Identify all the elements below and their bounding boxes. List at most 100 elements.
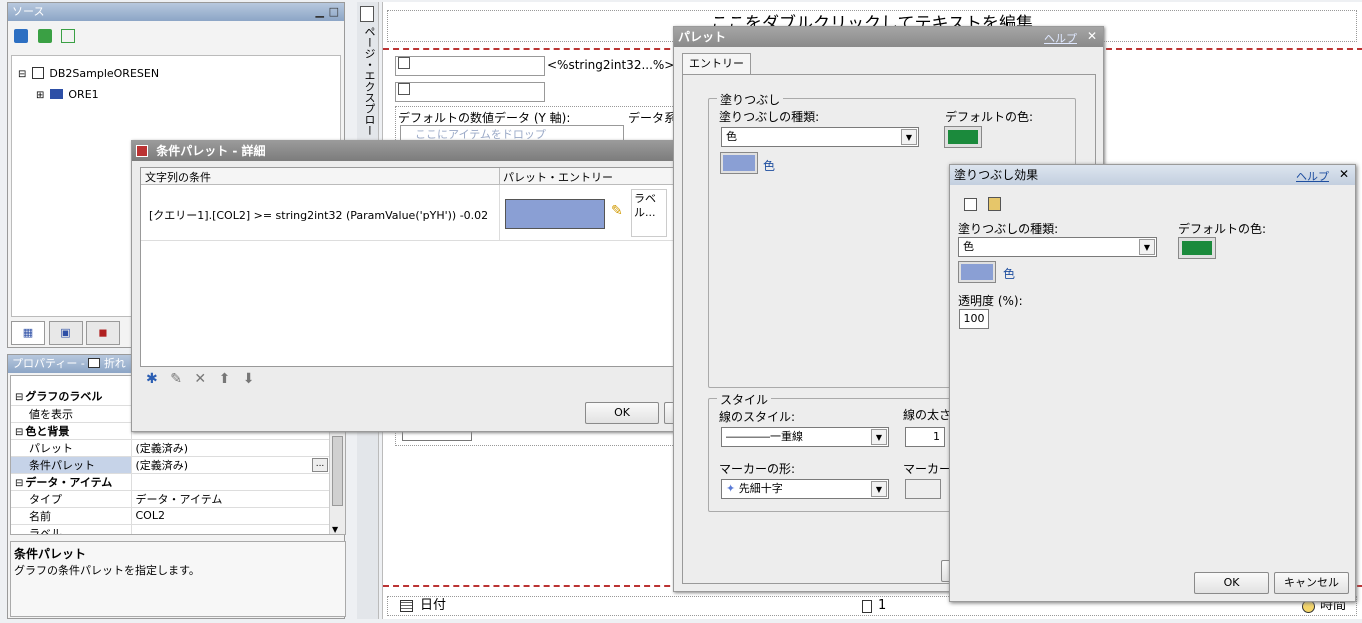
property-name-cell: ⊟ グラフのラベル <box>11 388 132 406</box>
palette-help-link[interactable]: ヘルプ <box>1044 30 1077 46</box>
copy-icon[interactable] <box>964 198 977 211</box>
fe-fill-type-select[interactable]: 色 ▼ <box>958 237 1157 257</box>
marker-color-swatch[interactable] <box>905 479 941 499</box>
property-value-cell[interactable]: COL2 <box>131 507 331 525</box>
scroll-thumb[interactable] <box>332 436 343 506</box>
edit-icon[interactable]: ✎ <box>170 371 182 387</box>
database-icon <box>31 67 44 79</box>
table-header: 文字列の条件 パレット・エントリー <box>141 168 679 185</box>
property-value-cell[interactable] <box>131 473 331 491</box>
property-name: 名前 <box>29 509 51 523</box>
marker-shape-value: 先細十字 <box>738 482 783 495</box>
move-up-icon[interactable]: ⬆ <box>219 371 231 387</box>
line-style-select[interactable]: ――――一重線 ▼ <box>721 427 889 447</box>
paste-icon[interactable] <box>988 197 1001 211</box>
collapse-icon[interactable]: ⊟ <box>18 69 26 80</box>
fill-color-label[interactable]: 色 <box>763 157 775 174</box>
text-item-2[interactable] <box>395 82 545 102</box>
fe-fill-color-label[interactable]: 色 <box>1003 265 1015 282</box>
text-item-1[interactable] <box>395 56 545 76</box>
metadata-tree-icon[interactable] <box>14 29 28 43</box>
chevron-down-icon[interactable]: ▼ <box>1139 239 1155 255</box>
line-width-value: 1 <box>933 430 940 443</box>
delete-icon[interactable]: ✕ <box>194 371 206 387</box>
chevron-down-icon[interactable]: ▼ <box>871 429 887 445</box>
tree-node-ore1[interactable]: ⊞ ORE1 <box>18 85 334 106</box>
fe-fill-color-swatch[interactable] <box>958 261 996 283</box>
tab-entry[interactable]: エントリー <box>682 53 751 75</box>
property-row[interactable]: タイプ データ・アイテム <box>11 490 331 508</box>
chevron-down-icon[interactable]: ▼ <box>901 129 917 145</box>
property-description: 条件パレット グラフの条件パレットを指定します。 <box>10 541 346 617</box>
default-color-swatch[interactable] <box>944 126 982 148</box>
calendar-icon <box>400 600 413 612</box>
marker-shape-select[interactable]: ✦ 先細十字 ▼ <box>721 479 889 499</box>
property-row[interactable]: パレット (定義済み) <box>11 439 331 457</box>
new-condition-icon[interactable]: ✱ <box>146 371 158 387</box>
tree-node-datasource[interactable]: ⊟ DB2SampleORESEN <box>18 64 334 85</box>
property-row[interactable]: 名前 COL2 <box>11 507 331 525</box>
property-value-cell[interactable]: (定義済み) <box>131 439 331 457</box>
property-group-row[interactable]: ⊟ データ・アイテム <box>11 473 331 491</box>
edit-pencil-icon[interactable]: ✎ <box>611 203 623 219</box>
fill-type-select[interactable]: 色 ▼ <box>721 127 919 147</box>
fe-cancel-button[interactable]: キャンセル <box>1274 572 1349 594</box>
move-down-icon[interactable]: ⬇ <box>243 371 255 387</box>
close-icon[interactable]: ✕ <box>1339 167 1349 181</box>
cond-ok-button[interactable]: OK <box>585 402 659 424</box>
footer-page: 1 <box>878 598 887 613</box>
page-number-icon <box>862 600 872 613</box>
property-name-cell: 条件パレット <box>11 456 132 474</box>
fill-type-label: 塗りつぶしの種類: <box>719 110 820 124</box>
transparency-input[interactable]: 100 <box>959 309 989 329</box>
property-row[interactable]: ラベル <box>11 524 331 534</box>
property-name-cell: ⊟ データ・アイテム <box>11 473 132 491</box>
source-toolbar <box>8 21 344 51</box>
property-name-cell: パレット <box>11 439 132 457</box>
fe-default-color-label: デフォルトの色: <box>1178 222 1267 236</box>
collapse-icon[interactable] <box>88 358 101 368</box>
property-value-cell[interactable] <box>131 524 331 534</box>
collapse-icon[interactable]: ⊟ <box>15 427 23 438</box>
source-panel-title: ソース <box>12 5 45 18</box>
sync-icon[interactable] <box>61 29 75 43</box>
table-row[interactable]: [クエリー1].[COL2] >= string2int32 (ParamVal… <box>141 185 679 241</box>
marker-star-icon: ✦ <box>726 482 736 495</box>
label-cell[interactable]: ラベル... <box>631 189 667 237</box>
style-group-label: スタイル <box>717 391 772 408</box>
close-icon[interactable]: ✕ <box>1087 29 1097 43</box>
properties-title: プロパティー - <box>12 357 89 370</box>
fill-color-swatch[interactable] <box>720 152 758 174</box>
refresh-icon[interactable] <box>37 29 52 43</box>
line-style-label: 線のスタイル: <box>719 410 796 424</box>
fe-fill-type-value: 色 <box>963 240 974 253</box>
cond-palette-title: 条件パレット - 詳細 <box>156 144 266 158</box>
property-name: パレット <box>29 441 73 455</box>
fe-ok-button[interactable]: OK <box>1194 572 1269 594</box>
string-expression[interactable]: <%string2int32...%> <box>547 58 674 72</box>
fill-effect-help-link[interactable]: ヘルプ <box>1296 168 1329 184</box>
collapse-icon[interactable]: ⊟ <box>15 478 23 489</box>
minimize-icon[interactable]: ▁ <box>316 3 324 21</box>
label-cell-text: ラベル... <box>634 192 656 219</box>
collapse-icon[interactable]: ⊟ <box>15 392 23 403</box>
transparency-value: 100 <box>963 312 985 325</box>
line-style-value: ――――一重線 <box>726 430 803 443</box>
maximize-icon[interactable]: □ <box>329 3 339 21</box>
line-width-input[interactable]: 1 <box>905 427 945 447</box>
fe-default-color-swatch[interactable] <box>1178 237 1216 259</box>
toolbox-tab-icon[interactable]: ▣ <box>48 321 83 345</box>
query-tab-icon[interactable]: ◼ <box>86 321 120 345</box>
property-value-cell[interactable]: (定義済み)... <box>131 456 331 474</box>
entry-swatch[interactable] <box>505 199 605 229</box>
expand-icon[interactable]: ⊞ <box>36 90 44 101</box>
ellipsis-button[interactable]: ... <box>312 457 328 472</box>
property-row[interactable]: 条件パレット (定義済み)... <box>11 456 331 474</box>
source-tab-icon[interactable]: ▦ <box>11 321 45 345</box>
property-value-cell[interactable]: データ・アイテム <box>131 490 331 508</box>
properties-collapse-label[interactable]: 折れ <box>104 357 126 370</box>
cond-toolbar: ✱ ✎ ✕ ⬆ ⬇ <box>146 371 254 387</box>
transparency-label: 透明度 (%): <box>958 294 1023 308</box>
scroll-down-icon[interactable]: ▼ <box>332 525 338 534</box>
chevron-down-icon[interactable]: ▼ <box>871 481 887 497</box>
